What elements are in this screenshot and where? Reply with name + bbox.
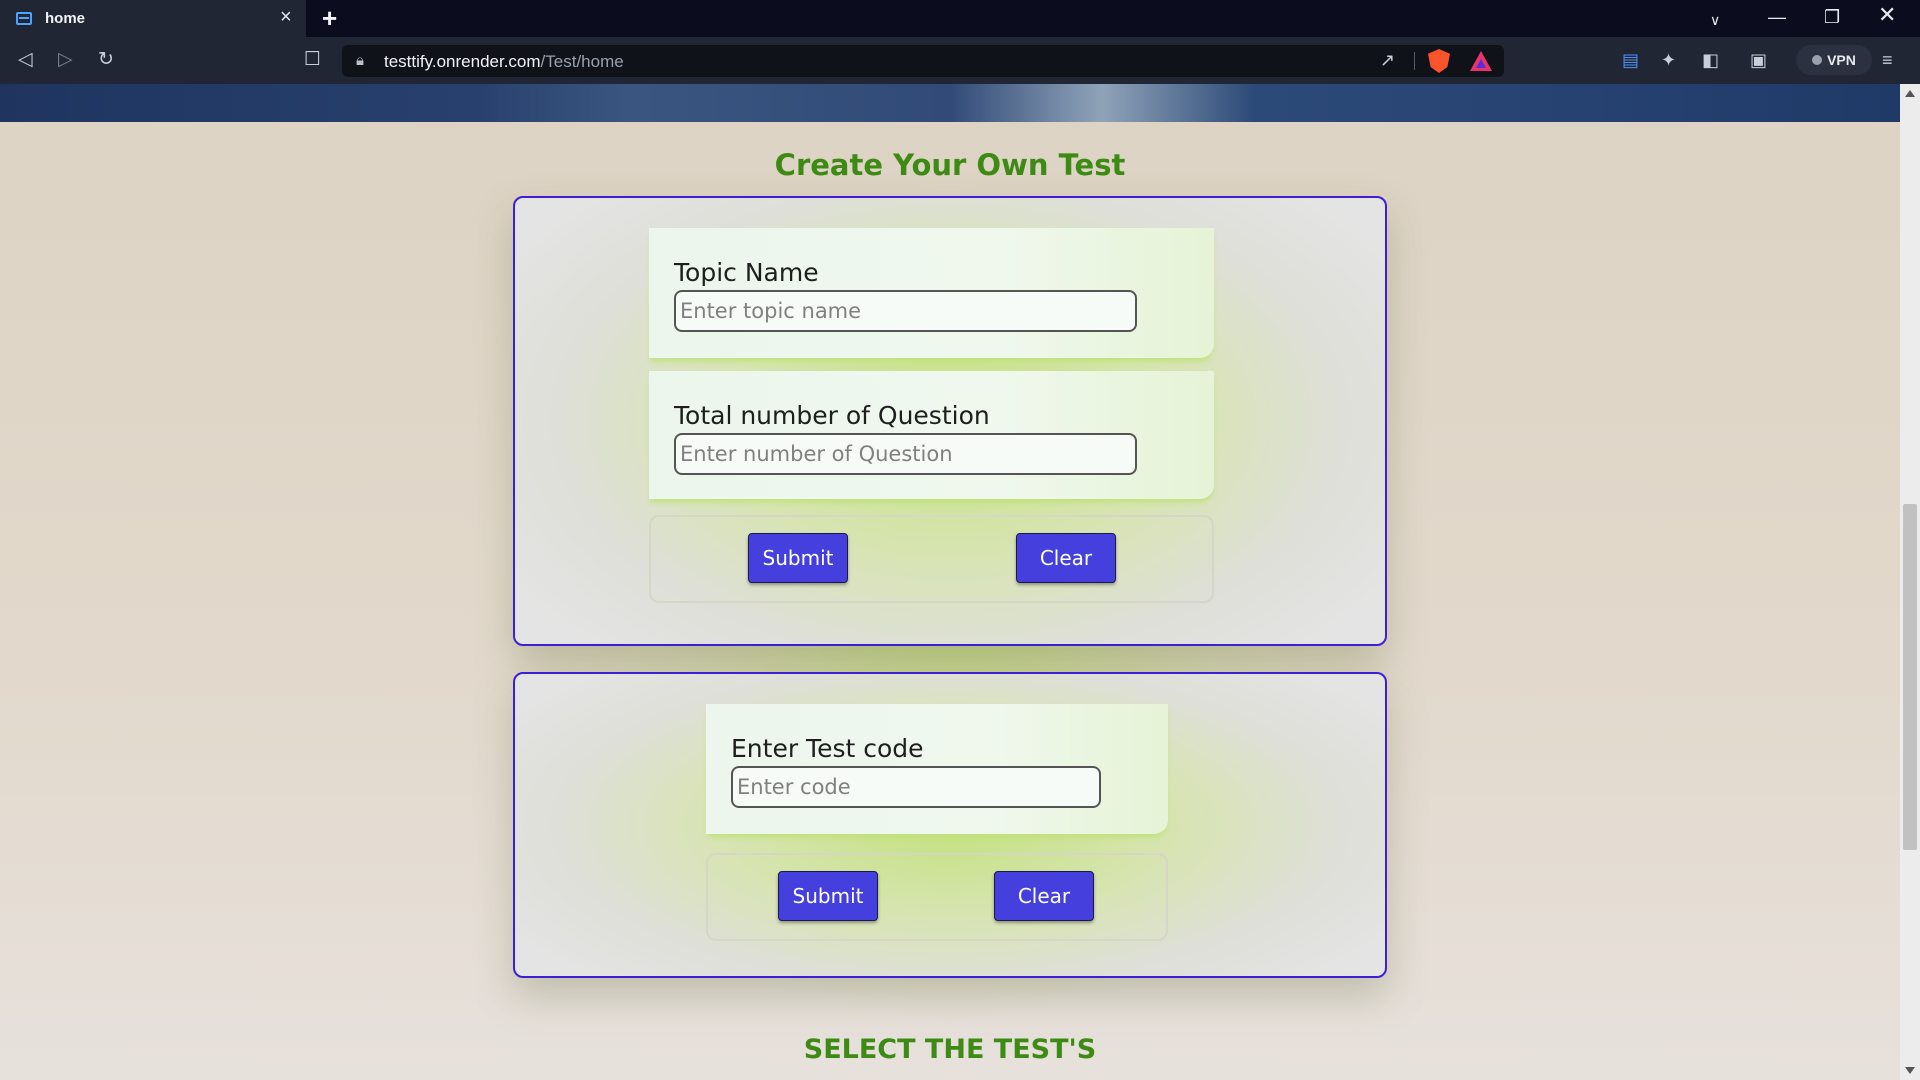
bookmark-icon[interactable]: ☐ [304,48,321,72]
close-window-icon[interactable]: ✕ [1878,4,1896,26]
create-test-heading: Create Your Own Test [774,148,1126,182]
address-bar[interactable]: 🔒︎ testtify.onrender.com/Test/home ↗ [342,45,1504,77]
scroll-thumb[interactable] [1903,504,1917,850]
wallet-icon[interactable]: ▣ [1750,48,1767,72]
url-host: testtify.onrender.com [384,52,541,71]
test-code-input[interactable] [731,766,1101,808]
brave-shields-icon[interactable] [1428,49,1450,73]
question-count-input[interactable] [674,433,1137,475]
page-viewport: Create Your Own Test Topic Name Total nu… [0,84,1900,1080]
create-submit-button[interactable]: Submit [748,533,848,583]
brave-rewards-icon[interactable] [1470,51,1492,71]
question-count-field-group: Total number of Question [649,371,1214,499]
extensions-icon[interactable]: ✦ [1661,48,1676,72]
tab-strip: home × + ∨ — ❐ ✕ [0,0,1920,37]
sidebar-icon[interactable]: ◧ [1702,48,1719,72]
lock-icon[interactable]: 🔒︎ [356,52,364,69]
vpn-button[interactable]: VPN [1796,45,1872,75]
code-submit-button[interactable]: Submit [778,871,878,921]
close-icon[interactable]: × [280,7,292,27]
minimize-icon[interactable]: — [1768,6,1786,28]
test-code-field-group: Enter Test code [706,704,1168,834]
back-icon[interactable]: ◁ [18,48,33,72]
chevron-down-icon[interactable]: ∨ [1710,9,1720,31]
hero-banner [0,84,1900,122]
reload-icon[interactable]: ↻ [98,48,114,72]
test-code-label: Enter Test code [731,734,924,763]
topic-label: Topic Name [674,258,819,287]
url-path: /Test/home [540,52,624,71]
wallet-icon[interactable]: ▤ [1622,48,1639,72]
share-icon[interactable]: ↗ [1380,50,1395,71]
tab-home[interactable]: home × [0,0,306,37]
forward-icon[interactable]: ▷ [58,48,73,72]
url-text[interactable]: testtify.onrender.com/Test/home [384,52,624,72]
vpn-status-icon [1812,55,1823,65]
create-test-card: Topic Name Total number of Question Subm… [513,196,1387,646]
scroll-up-icon[interactable] [1905,90,1915,97]
create-button-row: Submit Clear [649,515,1214,603]
question-count-label: Total number of Question [674,401,990,430]
topic-field-group: Topic Name [649,228,1214,358]
scroll-down-icon[interactable] [1905,1067,1915,1074]
join-test-card: Enter Test code Submit Clear [513,672,1387,978]
tab-title: home [45,10,86,27]
create-clear-button[interactable]: Clear [1016,533,1116,583]
plus-icon[interactable]: + [322,4,337,32]
join-button-row: Submit Clear [706,853,1168,941]
browser-toolbar: ◁ ▷ ↻ ☐ 🔒︎ testtify.onrender.com/Test/ho… [0,37,1920,84]
select-tests-heading: SELECT THE TEST'S [803,1034,1097,1065]
menu-icon[interactable]: ≡ [1882,48,1893,72]
code-clear-button[interactable]: Clear [994,871,1094,921]
vpn-label: VPN [1827,52,1856,68]
tab-favicon-icon [16,12,32,25]
restore-icon[interactable]: ❐ [1824,6,1840,28]
page-scrollbar[interactable] [1900,84,1920,1080]
divider [1414,52,1415,70]
topic-input[interactable] [674,290,1137,332]
